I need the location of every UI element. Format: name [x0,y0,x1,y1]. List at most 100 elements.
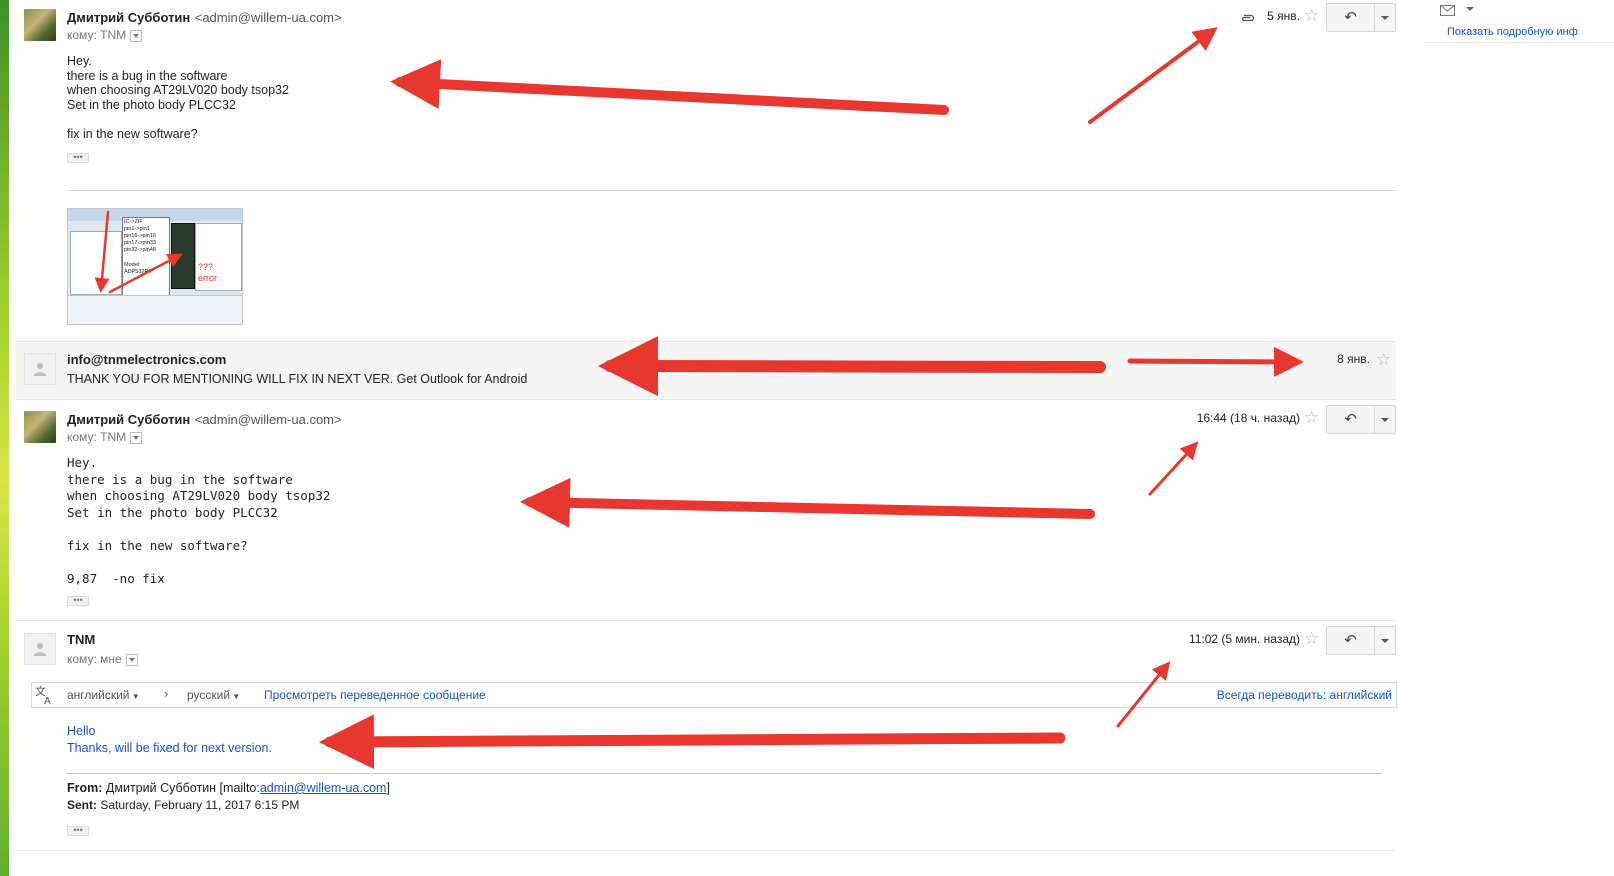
message-date: 5 янв. [1267,9,1300,23]
message-header: Дмитрий Субботин <admin@willem-ua.com> [67,411,342,429]
thumb-model: Model: ADP532P4 [124,262,152,275]
chevron-down-icon: ▼ [129,692,140,701]
message-snippet: THANK YOU FOR MENTIONING WILL FIX IN NEX… [67,372,528,386]
to-prefix: кому: [67,430,97,444]
sender-name[interactable]: TNM [67,632,95,647]
to-name: TNM [100,28,127,42]
show-details-link[interactable]: Показать подробную инф [1447,26,1578,38]
message-body: Hey. there is a bug in the software when… [67,455,331,586]
recipient-line: кому: TNM [67,430,143,444]
always-translate-link[interactable]: Всегда переводить: английский [1170,688,1392,702]
thumb-line: pin1->pin1 [124,226,150,232]
message-body-line: Thanks, will be fixed for next version. [67,741,272,755]
thumb-error: ??? error [198,262,217,284]
target-language-label: русский [187,688,231,702]
to-prefix: кому: [67,652,97,666]
chevron-right-icon: › [164,686,169,701]
collapsed-message[interactable] [16,341,1396,400]
desktop-background-strip [0,0,9,876]
thumb-error-text: error [198,273,218,283]
chevron-down-icon: ▼ [230,692,241,701]
details-dropdown-icon[interactable] [130,29,143,42]
quoted-from-label: From: [67,781,103,795]
sidebar-divider [1425,42,1614,43]
star-icon[interactable]: ☆ [1304,409,1319,426]
source-language-select[interactable]: английский ▼ [67,688,140,702]
to-name: мне [100,652,122,666]
message-header: Дмитрий Субботин <admin@willem-ua.com> [67,9,342,27]
translate-icon: 文A [34,684,54,710]
quoted-from-email-link[interactable]: admin@willem-ua.com [260,781,387,795]
reply-button[interactable]: ↶ [1327,406,1375,433]
quoted-from-name: Дмитрий Субботин [mailto: [105,781,260,795]
reply-button-group: ↶ [1326,405,1396,434]
message-body-line: Hello [67,724,96,738]
more-options-dropdown[interactable] [1375,4,1395,31]
sender-avatar[interactable] [24,353,56,385]
annotation-arrow [1148,441,1199,496]
sender-address: <admin@willem-ua.com> [194,412,342,427]
message-date: 8 янв. [1337,352,1370,366]
sender-avatar[interactable] [24,633,56,665]
show-trimmed-content-button[interactable]: ••• [67,596,89,606]
message-divider [16,620,1396,621]
reply-button[interactable]: ↶ [1327,4,1375,31]
thumb-left-panel [70,231,122,295]
quoted-from-close: ] [386,781,390,795]
sender-avatar[interactable] [24,9,56,41]
star-icon[interactable]: ☆ [1304,7,1319,24]
thumb-line: IC->ZIF [124,219,143,225]
sender-name[interactable]: Дмитрий Субботин [67,412,190,427]
reply-button[interactable]: ↶ [1327,627,1375,654]
svg-text:A: A [44,696,51,705]
thumb-right-panel: ??? error [195,223,242,291]
message-body: Hey. there is a bug in the software when… [67,54,289,141]
thumb-chip [171,223,195,289]
thumb-status-area [68,295,242,324]
to-prefix: кому: [67,28,97,42]
recipient-line: кому: TNM [67,28,143,42]
details-dropdown-icon[interactable] [130,431,143,444]
quoted-from-line: From: Дмитрий Субботин [mailto:admin@wil… [67,781,390,795]
attachment-icon [1240,10,1255,28]
annotation-arrow [319,714,1066,770]
quote-divider [67,773,1381,774]
show-trimmed-content-button[interactable]: ••• [67,826,89,836]
person-icon [34,363,46,376]
thumb-line: pin17->pin33 [124,240,156,246]
target-language-select[interactable]: русский ▼ [187,688,240,702]
person-icon [34,643,46,656]
reply-button-group: ↶ [1326,626,1396,655]
reply-button-group: ↶ [1326,3,1396,32]
sender-address: <admin@willem-ua.com> [194,10,342,25]
thumb-line: pin32->pin48 [124,247,156,253]
attachment-divider [67,190,1396,191]
attachment-thumbnail[interactable]: IC->ZIF pin1->pin1 pin16->pin16 pin17->p… [67,208,243,325]
message-divider [16,850,1396,851]
envelope-icon[interactable] [1440,3,1455,21]
show-trimmed-content-button[interactable]: ••• [67,153,89,163]
annotation-arrow [520,477,1095,528]
message-date: 11:02 (5 мин. назад) [1188,632,1300,646]
view-translated-link[interactable]: Просмотреть переведенное сообщение [264,688,486,702]
more-options-dropdown[interactable] [1375,627,1395,654]
message-date: 16:44 (18 ч. назад) [1196,411,1300,425]
star-icon[interactable]: ☆ [1304,630,1319,647]
sender-name[interactable]: info@tnmelectronics.com [67,352,226,367]
more-options-dropdown[interactable] [1375,406,1395,433]
star-icon[interactable]: ☆ [1376,351,1391,368]
thumb-pin-map: IC->ZIF pin1->pin1 pin16->pin16 pin17->p… [122,217,170,299]
to-name: TNM [100,430,127,444]
source-language-label: английский [67,688,130,702]
thumb-error-q: ??? [198,262,214,272]
annotation-arrow [1088,27,1218,124]
chevron-down-icon[interactable] [1466,7,1474,11]
thumb-line: pin16->pin16 [124,233,156,239]
annotation-arrow [390,59,949,115]
quoted-sent-label: Sent: [67,798,97,812]
sender-name[interactable]: Дмитрий Субботин [67,10,190,25]
details-dropdown-icon[interactable] [125,653,138,666]
sender-avatar[interactable] [24,411,56,443]
quoted-sent-line: Sent: Saturday, February 11, 2017 6:15 P… [67,798,299,812]
recipient-line: кому: мне [67,652,138,666]
